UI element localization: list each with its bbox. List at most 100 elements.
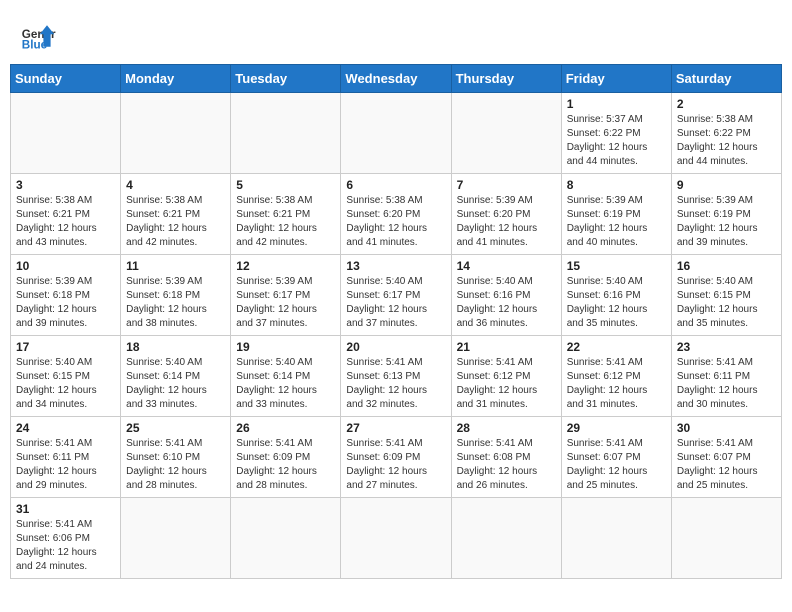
day-number: 9 bbox=[677, 178, 776, 192]
day-number: 30 bbox=[677, 421, 776, 435]
day-number: 31 bbox=[16, 502, 115, 516]
logo: General Blue bbox=[20, 18, 56, 54]
calendar-cell: 1 Sunrise: 5:37 AM Sunset: 6:22 PM Daylig… bbox=[561, 93, 671, 174]
day-info: Sunrise: 5:39 AM Sunset: 6:19 PM Dayligh… bbox=[567, 194, 666, 250]
calendar-cell: 30Sunrise: 5:41 AM Sunset: 6:07 PM Dayli… bbox=[671, 417, 781, 498]
calendar-cell bbox=[11, 93, 121, 174]
calendar-cell bbox=[121, 498, 231, 579]
day-number: 8 bbox=[567, 178, 666, 192]
day-header-friday: Friday bbox=[561, 65, 671, 93]
day-info: Sunrise: 5:41 AM Sunset: 6:11 PM Dayligh… bbox=[677, 356, 776, 412]
calendar-header-row: SundayMondayTuesdayWednesdayThursdayFrid… bbox=[11, 65, 782, 93]
calendar-cell bbox=[451, 93, 561, 174]
day-number: 22 bbox=[567, 340, 666, 354]
day-info: Sunrise: 5:40 AM Sunset: 6:15 PM Dayligh… bbox=[16, 356, 115, 412]
day-info: Sunrise: 5:41 AM Sunset: 6:08 PM Dayligh… bbox=[457, 437, 556, 493]
day-number: 25 bbox=[126, 421, 225, 435]
calendar-cell: 4Sunrise: 5:38 AM Sunset: 6:21 PM Daylig… bbox=[121, 174, 231, 255]
week-row-5: 24Sunrise: 5:41 AM Sunset: 6:11 PM Dayli… bbox=[11, 417, 782, 498]
calendar-cell: 14Sunrise: 5:40 AM Sunset: 6:16 PM Dayli… bbox=[451, 255, 561, 336]
calendar-cell bbox=[341, 93, 451, 174]
calendar-cell: 25 Sunrise: 5:41 AM Sunset: 6:10 PM Dayli… bbox=[121, 417, 231, 498]
day-header-sunday: Sunday bbox=[11, 65, 121, 93]
calendar-cell: 26 Sunrise: 5:41 AM Sunset: 6:09 PM Dayli… bbox=[231, 417, 341, 498]
calendar-cell: 31 Sunrise: 5:41 AM Sunset: 6:06 PM Dayli… bbox=[11, 498, 121, 579]
day-info: Sunrise: 5:41 AM Sunset: 6:09 PM Dayligh… bbox=[236, 437, 335, 493]
calendar-cell: 29Sunrise: 5:41 AM Sunset: 6:07 PM Dayli… bbox=[561, 417, 671, 498]
day-info: Sunrise: 5:39 AM Sunset: 6:18 PM Dayligh… bbox=[16, 275, 115, 331]
day-info: Sunrise: 5:39 AM Sunset: 6:18 PM Dayligh… bbox=[126, 275, 225, 331]
calendar-cell: 13 Sunrise: 5:40 AM Sunset: 6:17 PM Dayli… bbox=[341, 255, 451, 336]
day-info: Sunrise: 5:41 AM Sunset: 6:12 PM Dayligh… bbox=[457, 356, 556, 412]
calendar-cell: 2 Sunrise: 5:38 AM Sunset: 6:22 PM Daylig… bbox=[671, 93, 781, 174]
day-info: Sunrise: 5:41 AM Sunset: 6:09 PM Dayligh… bbox=[346, 437, 445, 493]
day-number: 24 bbox=[16, 421, 115, 435]
day-number: 4 bbox=[126, 178, 225, 192]
day-number: 1 bbox=[567, 97, 666, 111]
day-info: Sunrise: 5:39 AM Sunset: 6:17 PM Dayligh… bbox=[236, 275, 335, 331]
day-info: Sunrise: 5:39 AM Sunset: 6:20 PM Dayligh… bbox=[457, 194, 556, 250]
calendar-cell: 3Sunrise: 5:38 AM Sunset: 6:21 PM Daylig… bbox=[11, 174, 121, 255]
calendar-cell: 11 Sunrise: 5:39 AM Sunset: 6:18 PM Dayli… bbox=[121, 255, 231, 336]
calendar-cell: 27 Sunrise: 5:41 AM Sunset: 6:09 PM Dayli… bbox=[341, 417, 451, 498]
calendar-cell: 10Sunrise: 5:39 AM Sunset: 6:18 PM Dayli… bbox=[11, 255, 121, 336]
calendar-cell: 21 Sunrise: 5:41 AM Sunset: 6:12 PM Dayli… bbox=[451, 336, 561, 417]
calendar-cell: 22Sunrise: 5:41 AM Sunset: 6:12 PM Dayli… bbox=[561, 336, 671, 417]
day-info: Sunrise: 5:41 AM Sunset: 6:06 PM Dayligh… bbox=[16, 518, 115, 574]
calendar-table: SundayMondayTuesdayWednesdayThursdayFrid… bbox=[10, 64, 782, 579]
calendar-cell: 5 Sunrise: 5:38 AM Sunset: 6:21 PM Daylig… bbox=[231, 174, 341, 255]
day-number: 28 bbox=[457, 421, 556, 435]
header: General Blue bbox=[10, 10, 782, 60]
day-info: Sunrise: 5:40 AM Sunset: 6:15 PM Dayligh… bbox=[677, 275, 776, 331]
day-number: 17 bbox=[16, 340, 115, 354]
day-number: 26 bbox=[236, 421, 335, 435]
calendar-cell: 18 Sunrise: 5:40 AM Sunset: 6:14 PM Dayli… bbox=[121, 336, 231, 417]
calendar-cell bbox=[231, 498, 341, 579]
week-row-4: 17 Sunrise: 5:40 AM Sunset: 6:15 PM Dayli… bbox=[11, 336, 782, 417]
day-number: 5 bbox=[236, 178, 335, 192]
day-header-saturday: Saturday bbox=[671, 65, 781, 93]
calendar-cell bbox=[231, 93, 341, 174]
day-number: 16 bbox=[677, 259, 776, 273]
day-number: 7 bbox=[457, 178, 556, 192]
day-number: 15 bbox=[567, 259, 666, 273]
day-number: 20 bbox=[346, 340, 445, 354]
day-number: 6 bbox=[346, 178, 445, 192]
day-info: Sunrise: 5:40 AM Sunset: 6:16 PM Dayligh… bbox=[567, 275, 666, 331]
day-header-wednesday: Wednesday bbox=[341, 65, 451, 93]
day-number: 13 bbox=[346, 259, 445, 273]
calendar-cell bbox=[121, 93, 231, 174]
day-number: 27 bbox=[346, 421, 445, 435]
week-row-2: 3Sunrise: 5:38 AM Sunset: 6:21 PM Daylig… bbox=[11, 174, 782, 255]
day-header-thursday: Thursday bbox=[451, 65, 561, 93]
day-number: 11 bbox=[126, 259, 225, 273]
calendar-cell bbox=[671, 498, 781, 579]
calendar-cell: 15 Sunrise: 5:40 AM Sunset: 6:16 PM Dayli… bbox=[561, 255, 671, 336]
calendar-cell: 28 Sunrise: 5:41 AM Sunset: 6:08 PM Dayli… bbox=[451, 417, 561, 498]
day-info: Sunrise: 5:38 AM Sunset: 6:22 PM Dayligh… bbox=[677, 113, 776, 169]
day-number: 18 bbox=[126, 340, 225, 354]
day-info: Sunrise: 5:41 AM Sunset: 6:10 PM Dayligh… bbox=[126, 437, 225, 493]
calendar-cell bbox=[341, 498, 451, 579]
calendar-cell: 9Sunrise: 5:39 AM Sunset: 6:19 PM Daylig… bbox=[671, 174, 781, 255]
day-info: Sunrise: 5:37 AM Sunset: 6:22 PM Dayligh… bbox=[567, 113, 666, 169]
day-info: Sunrise: 5:38 AM Sunset: 6:20 PM Dayligh… bbox=[346, 194, 445, 250]
day-number: 2 bbox=[677, 97, 776, 111]
day-info: Sunrise: 5:38 AM Sunset: 6:21 PM Dayligh… bbox=[16, 194, 115, 250]
day-info: Sunrise: 5:40 AM Sunset: 6:17 PM Dayligh… bbox=[346, 275, 445, 331]
day-header-monday: Monday bbox=[121, 65, 231, 93]
day-info: Sunrise: 5:40 AM Sunset: 6:14 PM Dayligh… bbox=[236, 356, 335, 412]
day-info: Sunrise: 5:41 AM Sunset: 6:13 PM Dayligh… bbox=[346, 356, 445, 412]
day-header-tuesday: Tuesday bbox=[231, 65, 341, 93]
calendar-cell: 6 Sunrise: 5:38 AM Sunset: 6:20 PM Daylig… bbox=[341, 174, 451, 255]
day-number: 23 bbox=[677, 340, 776, 354]
calendar-cell bbox=[561, 498, 671, 579]
calendar-cell: 20 Sunrise: 5:41 AM Sunset: 6:13 PM Dayli… bbox=[341, 336, 451, 417]
week-row-6: 31 Sunrise: 5:41 AM Sunset: 6:06 PM Dayli… bbox=[11, 498, 782, 579]
day-info: Sunrise: 5:41 AM Sunset: 6:07 PM Dayligh… bbox=[567, 437, 666, 493]
logo-icon: General Blue bbox=[20, 18, 56, 54]
day-number: 19 bbox=[236, 340, 335, 354]
day-info: Sunrise: 5:38 AM Sunset: 6:21 PM Dayligh… bbox=[236, 194, 335, 250]
day-number: 21 bbox=[457, 340, 556, 354]
day-info: Sunrise: 5:40 AM Sunset: 6:14 PM Dayligh… bbox=[126, 356, 225, 412]
